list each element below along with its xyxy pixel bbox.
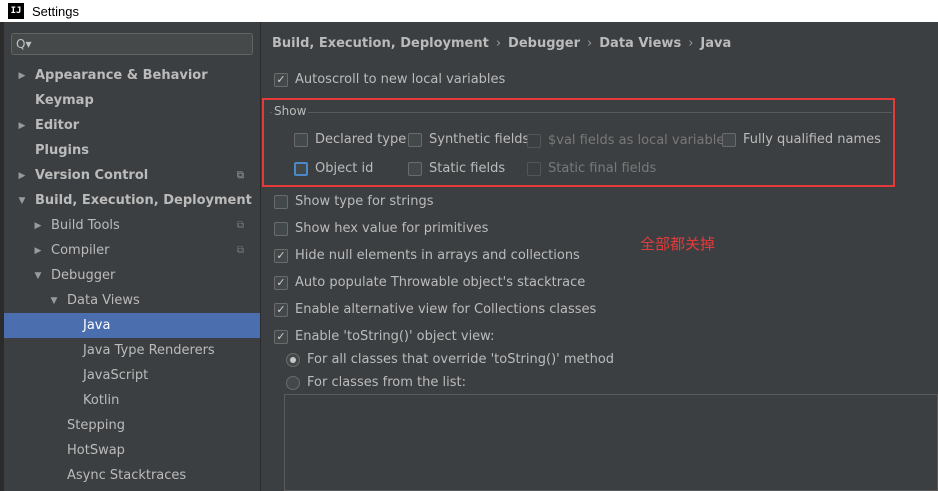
settings-sidebar: Q▾ ▶ Appearance & Behavior Keymap ▶ Edit… bbox=[0, 22, 261, 491]
breadcrumb: Build, Execution, Deployment › Debugger › Da… bbox=[272, 36, 731, 51]
expand-arrow-icon[interactable]: ▶ bbox=[16, 121, 28, 131]
checkbox-label: Auto populate Throwable object's stacktr… bbox=[295, 275, 586, 290]
collapse-arrow-icon[interactable]: ▼ bbox=[48, 296, 60, 306]
breadcrumb-separator-icon: › bbox=[587, 36, 593, 51]
tree-item-label: Version Control bbox=[35, 168, 149, 183]
tree-item-label: Compiler bbox=[51, 243, 110, 258]
tree-item-plugins[interactable]: Plugins bbox=[4, 138, 260, 163]
alternative-view-collections-checkbox[interactable]: ✓ Enable alternative view for Collection… bbox=[274, 302, 596, 317]
search-icon: Q▾ bbox=[16, 37, 32, 51]
project-level-icon: ⧉ bbox=[236, 170, 244, 181]
tostring-all-classes-radio[interactable]: For all classes that override 'toString(… bbox=[286, 352, 614, 367]
show-hex-value-checkbox[interactable]: Show hex value for primitives bbox=[274, 221, 488, 236]
radio-button[interactable] bbox=[286, 352, 300, 367]
tree-item-label: Stepping bbox=[67, 418, 125, 433]
checkbox-box[interactable] bbox=[274, 221, 288, 236]
checkbox-box[interactable] bbox=[274, 194, 288, 209]
project-level-icon: ⧉ bbox=[236, 245, 244, 256]
radio-button[interactable] bbox=[286, 375, 300, 390]
project-level-icon: ⧉ bbox=[236, 220, 244, 231]
radio-label: For all classes that override 'toString(… bbox=[307, 352, 615, 367]
checkbox-label: Autoscroll to new local variables bbox=[295, 72, 506, 87]
autoscroll-checkbox[interactable]: ✓ Autoscroll to new local variables bbox=[274, 72, 505, 87]
breadcrumb-item: Data Views bbox=[599, 36, 682, 51]
tree-item-javascript[interactable]: JavaScript bbox=[4, 363, 260, 388]
checkbox-label: Show hex value for primitives bbox=[295, 221, 489, 236]
breadcrumb-item: Debugger bbox=[508, 36, 581, 51]
check-icon[interactable]: ✓ bbox=[274, 329, 288, 344]
tree-item-label: Appearance & Behavior bbox=[35, 68, 208, 83]
tree-item-compiler[interactable]: ▶ Compiler ⧉ bbox=[4, 238, 260, 263]
tree-item-keymap[interactable]: Keymap bbox=[4, 88, 260, 113]
tree-item-label: Async Stacktraces bbox=[67, 468, 187, 483]
tree-item-label: Kotlin bbox=[83, 393, 120, 408]
radio-selected-dot bbox=[290, 356, 296, 363]
tree-item-stepping[interactable]: Stepping bbox=[4, 413, 260, 438]
search-input[interactable]: Q▾ bbox=[11, 33, 253, 55]
show-type-for-strings-checkbox[interactable]: Show type for strings bbox=[274, 194, 433, 209]
radio-label: For classes from the list: bbox=[307, 375, 466, 390]
tree-item-java[interactable]: Java bbox=[4, 313, 260, 338]
tree-item-label: Editor bbox=[35, 118, 80, 133]
checkbox-label: Hide null elements in arrays and collect… bbox=[295, 248, 580, 263]
tree-item-label: Plugins bbox=[35, 143, 89, 158]
tree-item-label: JavaScript bbox=[83, 368, 149, 383]
tree-item-label: Java bbox=[83, 318, 111, 333]
tree-item-label: Data Views bbox=[67, 293, 140, 308]
sidebar-edge bbox=[0, 22, 4, 491]
class-list-area[interactable] bbox=[284, 394, 938, 491]
expand-arrow-icon[interactable]: ▶ bbox=[32, 221, 44, 231]
collapse-arrow-icon[interactable]: ▼ bbox=[32, 271, 44, 281]
breadcrumb-item: Java bbox=[700, 36, 732, 51]
breadcrumb-separator-icon: › bbox=[688, 36, 694, 51]
tree-item-label: Build, Execution, Deployment bbox=[35, 193, 252, 208]
annotation-highlight-box bbox=[262, 98, 895, 187]
tree-item-debugger[interactable]: ▼ Debugger bbox=[4, 263, 260, 288]
tree-item-editor[interactable]: ▶ Editor bbox=[4, 113, 260, 138]
annotation-text: 全部都关掉 bbox=[640, 235, 716, 253]
tree-item-async-stacktraces[interactable]: Async Stacktraces bbox=[4, 463, 260, 488]
expand-arrow-icon[interactable]: ▶ bbox=[32, 246, 44, 256]
expand-arrow-icon[interactable]: ▶ bbox=[16, 71, 28, 81]
intellij-icon: IJ bbox=[8, 3, 24, 19]
tree-item-label: Keymap bbox=[35, 93, 94, 108]
check-icon[interactable]: ✓ bbox=[274, 248, 288, 263]
tree-item-appearance-behavior[interactable]: ▶ Appearance & Behavior bbox=[4, 63, 260, 88]
tree-item-kotlin[interactable]: Kotlin bbox=[4, 388, 260, 413]
check-icon[interactable]: ✓ bbox=[274, 302, 288, 317]
tree-item-version-control[interactable]: ▶ Version Control ⧉ bbox=[4, 163, 260, 188]
tree-item-label: Debugger bbox=[51, 268, 116, 283]
tree-item-label: HotSwap bbox=[67, 443, 125, 458]
tree-item-build-execution-deployment[interactable]: ▼ Build, Execution, Deployment bbox=[4, 188, 260, 213]
tostring-classes-from-list-radio[interactable]: For classes from the list: bbox=[286, 375, 466, 390]
tree-item-build-tools[interactable]: ▶ Build Tools ⧉ bbox=[4, 213, 260, 238]
check-icon[interactable]: ✓ bbox=[274, 275, 288, 290]
breadcrumb-item: Build, Execution, Deployment bbox=[272, 36, 489, 51]
tree-item-label: Build Tools bbox=[51, 218, 120, 233]
hide-null-elements-checkbox[interactable]: ✓ Hide null elements in arrays and colle… bbox=[274, 248, 580, 263]
checkbox-label: Enable alternative view for Collections … bbox=[295, 302, 597, 317]
collapse-arrow-icon[interactable]: ▼ bbox=[16, 196, 28, 206]
auto-populate-stacktrace-checkbox[interactable]: ✓ Auto populate Throwable object's stack… bbox=[274, 275, 585, 290]
check-icon[interactable]: ✓ bbox=[274, 72, 288, 87]
breadcrumb-separator-icon: › bbox=[495, 36, 502, 51]
title-bar: IJ Settings bbox=[0, 0, 938, 22]
tree-item-label: Java Type Renderers bbox=[83, 343, 215, 358]
window-title: Settings bbox=[32, 3, 79, 19]
tree-item-java-type-renderers[interactable]: Java Type Renderers bbox=[4, 338, 260, 363]
tree-item-hotswap[interactable]: HotSwap bbox=[4, 438, 260, 463]
checkbox-label: Enable 'toString()' object view: bbox=[295, 329, 495, 344]
tree-item-data-views[interactable]: ▼ Data Views bbox=[4, 288, 260, 313]
settings-content: Build, Execution, Deployment › Debugger › Da… bbox=[262, 22, 938, 491]
checkbox-label: Show type for strings bbox=[295, 194, 434, 209]
enable-tostring-view-checkbox[interactable]: ✓ Enable 'toString()' object view: bbox=[274, 329, 494, 344]
expand-arrow-icon[interactable]: ▶ bbox=[16, 171, 28, 181]
